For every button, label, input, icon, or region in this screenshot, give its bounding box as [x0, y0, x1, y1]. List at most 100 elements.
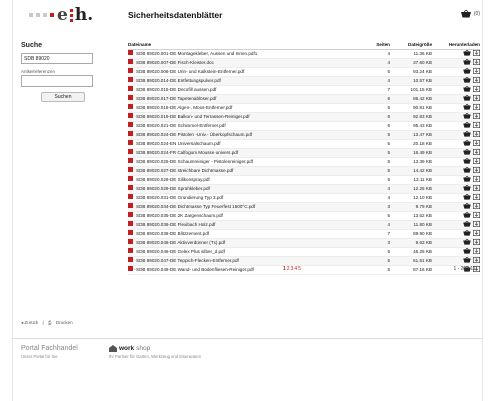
- download-icon[interactable]: [473, 50, 480, 57]
- col-header-size[interactable]: Dateigröße: [394, 40, 436, 50]
- basket-icon[interactable]: [463, 158, 471, 164]
- page-link-4[interactable]: 4: [294, 266, 297, 272]
- file-link[interactable]: SDB 89020.021-DE Schimmel-Entferner.pdf: [136, 123, 226, 128]
- basket-icon[interactable]: [463, 59, 471, 65]
- download-icon[interactable]: [473, 104, 480, 111]
- pages-cell: 4: [364, 76, 394, 86]
- basket-icon[interactable]: [463, 248, 471, 254]
- download-icon[interactable]: [473, 113, 480, 120]
- download-icon[interactable]: [473, 221, 480, 228]
- file-link[interactable]: SDB 89020.015-DE Decofill aussen.pdf: [136, 87, 216, 92]
- file-link[interactable]: SDB 89020.006-DE Urin- und Kalkstein-Ent…: [136, 69, 244, 74]
- file-link[interactable]: SDB 89020.034-DE Dichtmasse Typ Feuerfes…: [136, 204, 255, 209]
- file-link[interactable]: SDB 89020.027-DE streichbare Dichtmasse.…: [136, 168, 233, 173]
- file-link[interactable]: SDB 89020.025-DE Schaumreiniger - Pistol…: [136, 159, 253, 164]
- download-icon[interactable]: [473, 257, 480, 264]
- download-icon[interactable]: [473, 239, 480, 246]
- file-link[interactable]: SDB 89020.014-DE Entfettungspulver.pdf: [136, 78, 221, 83]
- download-icon[interactable]: [473, 248, 480, 255]
- basket-icon[interactable]: [463, 77, 471, 83]
- file-link[interactable]: SDB 89020.038-DE Blitzzement.pdf: [136, 231, 209, 236]
- pdf-icon: [128, 176, 133, 182]
- download-icon[interactable]: [473, 176, 480, 183]
- download-icon[interactable]: [473, 203, 480, 210]
- download-icon[interactable]: [473, 149, 480, 156]
- file-link[interactable]: SDB 89020.036-DE Flexibach Holz.pdf: [136, 222, 215, 227]
- download-icon[interactable]: [473, 68, 480, 75]
- file-name-cell: SDB 89020.025-DE Schaumreiniger - Pistol…: [128, 157, 364, 167]
- download-icon[interactable]: [473, 194, 480, 201]
- file-link[interactable]: SDB 89020.028-DE Silikonspray.pdf: [136, 177, 210, 182]
- col-header-pages[interactable]: Seiten: [364, 40, 394, 50]
- basket-icon[interactable]: [463, 257, 471, 263]
- basket-icon[interactable]: [463, 104, 471, 110]
- file-link[interactable]: SDB 89020.024-EN Universalschaum.pdf: [136, 141, 221, 146]
- download-icon[interactable]: [473, 122, 480, 129]
- file-link[interactable]: SDB 89020.007-DE Fisch-Kleister.doc: [136, 60, 214, 65]
- basket-icon[interactable]: [463, 230, 471, 236]
- download-icon[interactable]: [473, 230, 480, 237]
- page-link-5[interactable]: 5: [298, 266, 301, 272]
- basket-icon[interactable]: [463, 140, 471, 146]
- basket-icon[interactable]: [463, 149, 471, 155]
- file-link[interactable]: SDB 89020.046-DE Aktivverdünner (Tx).pdf: [136, 240, 225, 245]
- basket-icon[interactable]: [463, 122, 471, 128]
- download-icon[interactable]: [473, 140, 480, 147]
- basket-icon[interactable]: [463, 185, 471, 191]
- file-link[interactable]: SDB 89020.047-DE Teppich-Flecken-Entfern…: [136, 258, 239, 263]
- footer-portal[interactable]: Portal Fachhandel Unser Portal für Sie: [21, 345, 78, 359]
- footer-workshop[interactable]: work shop Ihr Partner für Garten, Werkzeu…: [109, 345, 201, 359]
- file-name-cell: SDB 89020.006-DE Urin- und Kalkstein-Ent…: [128, 67, 364, 77]
- actions-cell: [436, 229, 480, 239]
- file-link[interactable]: SDB 89020.046-DE Gelex Plus silber_d.pdf: [136, 249, 225, 254]
- file-link[interactable]: SDB 89020.018-DE Algen-, Moos-Entferner.…: [136, 105, 232, 110]
- file-link[interactable]: SDB 89020.001-DE Montagekleber, Aussen u…: [136, 51, 257, 56]
- file-link[interactable]: SDB 89020.019-DE Balkon- und Terrassen-R…: [136, 114, 250, 119]
- file-link[interactable]: SDB 89020.035-DE 2K Zargenschaum.pdf: [136, 213, 223, 218]
- page-link-2[interactable]: 2: [287, 266, 290, 272]
- col-header-name[interactable]: Dateiname: [128, 40, 364, 50]
- basket-icon[interactable]: [463, 221, 471, 227]
- pdf-icon: [128, 158, 133, 164]
- table-row: SDB 89020.017-DE Tapetenablöser.pdf 6 86.4…: [128, 94, 480, 104]
- download-icon[interactable]: [473, 77, 480, 84]
- file-link[interactable]: SDB 89020.031-DE Grundierung Typ 3.pdf: [136, 195, 223, 200]
- basket-icon[interactable]: [463, 167, 471, 173]
- download-icon[interactable]: [473, 167, 480, 174]
- article-ref-input[interactable]: [21, 75, 93, 87]
- back-link[interactable]: ◂ Zurück: [21, 320, 38, 325]
- table-row: SDB 89020.046-DE Gelex Plus silber_d.pdf…: [128, 247, 480, 257]
- table-row: SDB 89020.035-DE 2K Zargenschaum.pdf 5 13.…: [128, 211, 480, 221]
- file-link[interactable]: SDB 89020.029-DE Sprühkleber.pdf: [136, 186, 210, 191]
- search-button[interactable]: Suchen: [41, 92, 85, 102]
- print-link[interactable]: Drucken: [56, 320, 73, 325]
- download-icon[interactable]: [473, 185, 480, 192]
- basket-icon[interactable]: [463, 212, 471, 218]
- download-icon[interactable]: [473, 212, 480, 219]
- file-link[interactable]: SDB 89020.024-DE Pistolen -Univ.- Überko…: [136, 132, 252, 137]
- page-link-1[interactable]: 1: [283, 266, 286, 272]
- download-icon[interactable]: [473, 95, 480, 102]
- search-input[interactable]: [21, 53, 93, 64]
- file-link[interactable]: SDB 89020.017-DE Tapetenablöser.pdf: [136, 96, 216, 101]
- actions-cell: [436, 76, 480, 86]
- basket-icon[interactable]: [463, 50, 471, 56]
- basket-icon[interactable]: [463, 239, 471, 245]
- pager-arrows[interactable]: ← →: [133, 266, 144, 272]
- basket-icon[interactable]: [463, 203, 471, 209]
- download-icon[interactable]: [473, 158, 480, 165]
- page-link-3[interactable]: 3: [291, 266, 294, 272]
- brand-logo[interactable]: e h.: [29, 6, 93, 24]
- basket-icon[interactable]: [463, 131, 471, 137]
- cart-summary[interactable]: (0): [460, 10, 480, 18]
- basket-icon[interactable]: [463, 86, 471, 92]
- download-icon[interactable]: [473, 131, 480, 138]
- basket-icon[interactable]: [463, 113, 471, 119]
- basket-icon[interactable]: [463, 95, 471, 101]
- file-link[interactable]: SDB 89020.024-FR Calfogum Mousse univers…: [136, 150, 238, 155]
- download-icon[interactable]: [473, 86, 480, 93]
- basket-icon[interactable]: [463, 68, 471, 74]
- basket-icon[interactable]: [463, 176, 471, 182]
- basket-icon[interactable]: [463, 194, 471, 200]
- download-icon[interactable]: [473, 59, 480, 66]
